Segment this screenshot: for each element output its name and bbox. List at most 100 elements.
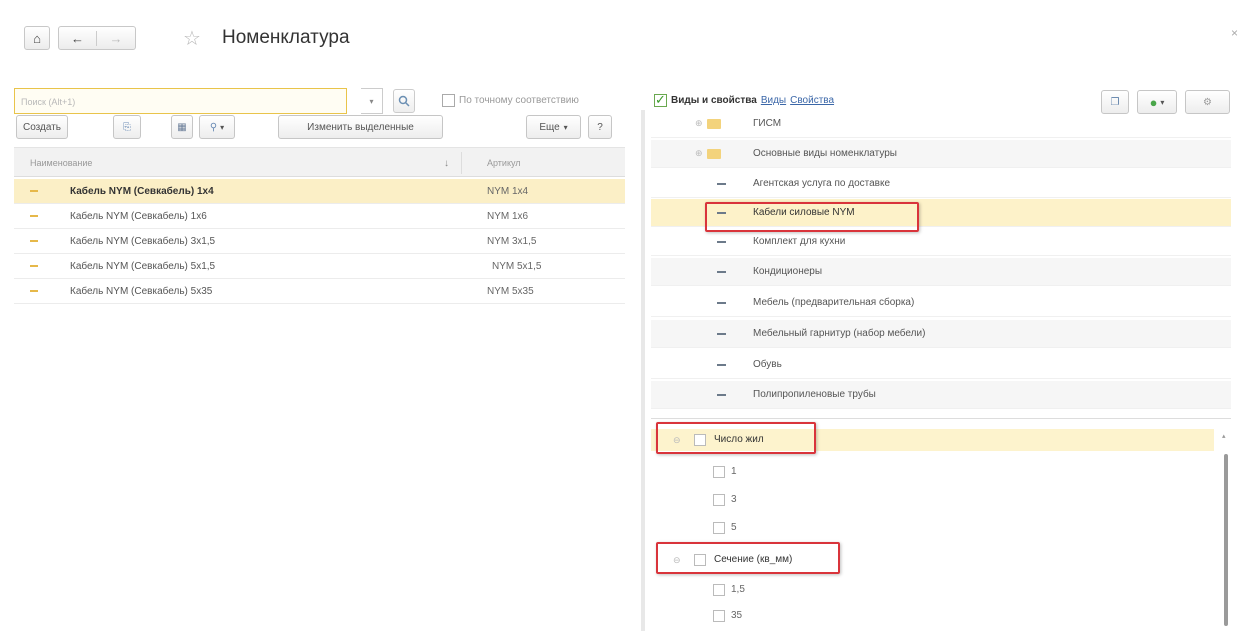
home-icon: ⌂ xyxy=(33,30,41,46)
back-icon[interactable]: ← xyxy=(59,30,98,46)
edit-selected-button[interactable]: Изменить выделенные xyxy=(278,115,443,139)
kinds-props-label: Виды и свойства xyxy=(671,95,757,106)
tree-label: Основные виды номенклатуры xyxy=(753,148,897,159)
chevron-down-icon: ▾ xyxy=(563,122,568,132)
value-checkbox[interactable] xyxy=(713,494,725,506)
table-row[interactable]: Кабель NYM (Севкабель) 5x1,5 NYM 5x1,5 xyxy=(14,254,625,279)
callout-highlight xyxy=(705,202,919,232)
expand-icon[interactable]: ⊕ xyxy=(695,148,703,159)
column-article-header[interactable]: Артикул xyxy=(487,158,521,168)
tree-label: Кондиционеры xyxy=(753,266,823,277)
more-button[interactable]: Еще ▾ xyxy=(526,115,581,139)
tree-item-folder[interactable]: ⊕ ГИСМ xyxy=(651,110,1231,138)
value-label: 1 xyxy=(731,466,737,477)
search-icon xyxy=(398,95,410,107)
row-name: Кабель NYM (Севкабель) 5x35 xyxy=(70,286,213,297)
tree-label: Мебельный гарнитур (набор мебели) xyxy=(753,328,926,339)
item-dash-icon xyxy=(717,183,726,185)
tree-item[interactable]: Обувь xyxy=(651,351,1231,379)
tree-item[interactable]: Полипропиленовые трубы xyxy=(651,381,1231,409)
tree-item[interactable]: Агентская услуга по доставке xyxy=(651,170,1231,198)
window-header: ⌂ ← → ☆ Номенклатура × xyxy=(0,0,1244,72)
item-dash-icon xyxy=(717,241,726,243)
value-label: 5 xyxy=(731,522,737,533)
kinds-link[interactable]: Виды xyxy=(761,95,786,106)
item-dash-icon xyxy=(717,333,726,335)
scrollbar-thumb[interactable] xyxy=(1224,454,1228,626)
tree-item[interactable]: Комплект для кухни xyxy=(651,228,1231,256)
tree-label: ГИСМ xyxy=(753,118,782,129)
window-icon: ❐ xyxy=(1110,96,1120,108)
value-label: 3 xyxy=(731,494,737,505)
table-row[interactable]: Кабель NYM (Севкабель) 1x4 NYM 1x4 xyxy=(14,179,625,204)
tree-label: Мебель (предварительная сборка) xyxy=(753,297,915,308)
callout-highlight xyxy=(656,542,840,574)
filter-icon: ⚲ xyxy=(209,121,218,133)
copy-doc-icon: ⎘ xyxy=(123,121,131,133)
value-label: 35 xyxy=(731,610,743,621)
tree-item-folder[interactable]: ⊕ Основные виды номенклатуры xyxy=(651,140,1231,168)
sort-arrow-icon[interactable]: ↓ xyxy=(444,158,449,169)
nav-buttons: ← → xyxy=(58,26,136,50)
favorite-star-icon[interactable]: ☆ xyxy=(183,26,201,51)
exact-match-checkbox[interactable]: По точному соответствию xyxy=(442,94,579,107)
scroll-up-icon[interactable]: ▴ xyxy=(1222,432,1226,440)
add-green-icon: ● xyxy=(1149,94,1158,110)
row-name: Кабель NYM (Севкабель) 1x4 xyxy=(70,186,214,197)
tree-label: Комплект для кухни xyxy=(753,236,846,247)
props-link[interactable]: Свойства xyxy=(790,95,834,106)
tree-label: Полипропиленовые трубы xyxy=(753,389,876,400)
chevron-down-icon: ▾ xyxy=(369,96,374,106)
property-value[interactable]: 1 xyxy=(651,461,1214,483)
row-article: NYM 5x35 xyxy=(487,286,534,297)
item-dash-icon xyxy=(717,394,726,396)
row-article: NYM 5x1,5 xyxy=(492,261,542,272)
item-dash-icon xyxy=(717,271,726,273)
help-button[interactable]: ? xyxy=(588,115,612,139)
filter-dropdown-button[interactable]: ⚲ ▾ xyxy=(199,115,235,139)
item-dash-icon xyxy=(717,302,726,304)
panel-divider[interactable] xyxy=(641,110,645,631)
value-checkbox[interactable] xyxy=(713,522,725,534)
property-value[interactable]: 3 xyxy=(651,489,1214,511)
close-icon[interactable]: × xyxy=(1231,26,1238,40)
property-value[interactable]: 1,5 xyxy=(651,579,1214,601)
check-icon[interactable]: ✓ xyxy=(654,93,667,107)
property-value[interactable]: 5 xyxy=(651,517,1214,539)
column-name-header[interactable]: Наименование xyxy=(30,158,92,168)
expand-icon[interactable]: ⊕ xyxy=(695,118,703,129)
row-name: Кабель NYM (Севкабель) 1x6 xyxy=(70,211,207,222)
row-article: NYM 1x6 xyxy=(487,211,529,222)
table-row[interactable]: Кабель NYM (Севкабель) 3x1,5 NYM 3x1,5 xyxy=(14,229,625,254)
column-divider xyxy=(461,152,462,174)
table-row[interactable]: Кабель NYM (Севкабель) 5x35 NYM 5x35 xyxy=(14,279,625,304)
create-button[interactable]: Создать xyxy=(16,115,68,139)
exact-match-label: По точному соответствию xyxy=(459,95,579,106)
folder-icon xyxy=(707,119,721,129)
tree-item[interactable]: Кондиционеры xyxy=(651,258,1231,286)
chevron-down-icon: ▾ xyxy=(1160,97,1165,107)
copy-button[interactable]: ⎘ xyxy=(113,115,141,139)
forward-icon[interactable]: → xyxy=(97,31,135,46)
home-button[interactable]: ⌂ xyxy=(24,26,50,50)
folder-icon xyxy=(707,149,721,159)
search-button[interactable] xyxy=(393,89,415,113)
item-marker-icon xyxy=(30,290,38,292)
kinds-props-checkbox[interactable]: ✓ Виды и свойства Виды Свойства xyxy=(654,93,834,107)
search-history-dropdown[interactable]: ▾ xyxy=(361,88,383,114)
search-input[interactable]: Поиск (Alt+1) xyxy=(14,88,347,114)
table-row[interactable]: Кабель NYM (Севкабель) 1x6 NYM 1x6 xyxy=(14,204,625,229)
value-checkbox[interactable] xyxy=(713,466,725,478)
item-marker-icon xyxy=(30,190,38,192)
value-checkbox[interactable] xyxy=(713,610,725,622)
value-checkbox[interactable] xyxy=(713,584,725,596)
exact-match-box[interactable] xyxy=(442,94,455,107)
report-button[interactable]: ▦ xyxy=(171,115,193,139)
row-article: NYM 3x1,5 xyxy=(487,236,537,247)
tree-item[interactable]: Мебель (предварительная сборка) xyxy=(651,289,1231,317)
property-value[interactable]: 35 xyxy=(651,605,1214,627)
page-title: Номенклатура xyxy=(222,27,350,48)
gear-icon: ⚙ xyxy=(1203,96,1212,108)
row-name: Кабель NYM (Севкабель) 3x1,5 xyxy=(70,236,216,247)
tree-item[interactable]: Мебельный гарнитур (набор мебели) xyxy=(651,320,1231,348)
